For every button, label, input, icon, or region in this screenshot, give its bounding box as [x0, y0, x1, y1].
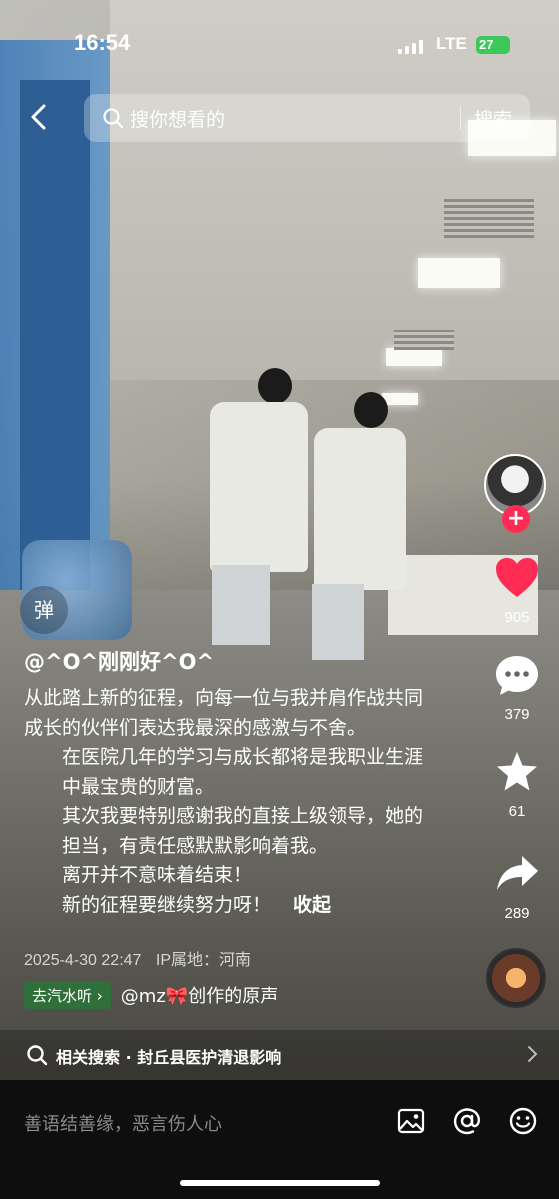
chevron-right-icon: [528, 1046, 538, 1062]
ceiling-light: [382, 393, 418, 405]
related-search-prefix: 相关搜索 ·: [56, 1048, 132, 1067]
door: [20, 80, 90, 600]
favorite-count: 61: [508, 803, 526, 820]
person-coat: [210, 402, 308, 572]
qishui-listen-label: 去汽水听: [32, 986, 93, 1005]
ceiling-light: [418, 258, 500, 288]
star-icon[interactable]: [494, 750, 540, 794]
caption-line: 在医院几年的学习与成长都将是我职业生涯中最宝贵的财富。: [62, 746, 424, 798]
comment-input[interactable]: 善语结善缘，恶言伤人心: [24, 1110, 222, 1136]
network-type: LTE: [436, 34, 467, 53]
follow-button[interactable]: +: [502, 505, 530, 533]
person-coat: [314, 428, 406, 590]
status-bar: 16:54 LTE 27: [0, 0, 559, 80]
post-time: 2025-4-30 22:47: [24, 952, 142, 969]
person-head: [354, 392, 388, 428]
emoji-icon[interactable]: [508, 1106, 538, 1136]
author-name[interactable]: @^O^刚刚好^O^: [24, 646, 214, 676]
related-search-text[interactable]: 相关搜索 · 封丘县医护清退影响: [56, 1044, 281, 1068]
at-icon[interactable]: [452, 1106, 482, 1136]
related-search-query: 封丘县医护清退影响: [137, 1048, 282, 1067]
music-title[interactable]: @mz🎀创作的原声: [121, 982, 278, 1008]
image-icon[interactable]: [396, 1106, 426, 1136]
music-disc[interactable]: [486, 948, 546, 1008]
share-count: 289: [504, 905, 530, 922]
share-icon[interactable]: [494, 852, 540, 896]
search-divider: [460, 106, 461, 130]
caption-line: 从此踏上新的征程，向每一位与我并肩作战共同成长的伙伴们表达我最深的感激与不舍。: [24, 687, 424, 739]
caption-line: 其次我要特别感谢我的直接上级领导，她的担当，有责任感默默影响着我。: [62, 805, 424, 857]
ceiling-vent: [394, 330, 454, 350]
comment-count: 379: [504, 706, 530, 723]
collapse-button[interactable]: 收起: [293, 894, 331, 916]
ceiling-vent: [444, 198, 534, 238]
person-pants: [312, 584, 364, 660]
like-count: 905: [504, 609, 530, 626]
heart-icon[interactable]: [494, 556, 540, 600]
home-indicator: [180, 1180, 380, 1186]
person-pants: [212, 565, 270, 645]
search-input[interactable]: 搜你想看的: [130, 105, 225, 132]
post-meta: 2025-4-30 22:47 IP属地：河南: [24, 946, 251, 970]
music-row: 去汽水听 › @mz🎀创作的原声: [24, 981, 278, 1009]
danmaku-toggle[interactable]: 弹: [20, 586, 68, 634]
video-caption: 从此踏上新的征程，向每一位与我并肩作战共同成长的伙伴们表达我最深的感激与不舍。 …: [24, 684, 424, 920]
search-button[interactable]: 搜索: [474, 105, 512, 132]
search-icon: [27, 1045, 48, 1066]
ceiling-light: [386, 348, 442, 366]
back-icon[interactable]: [26, 103, 54, 131]
video-screen[interactable]: 16:54 LTE 27 搜你想看的 搜索 + 905 379 61 289 弹…: [0, 0, 559, 1199]
person-head: [258, 368, 292, 404]
ip-location: IP属地：河南: [155, 952, 252, 969]
battery-icon: 27: [476, 36, 510, 54]
caption-line: 离开并不意味着结束！: [62, 864, 253, 886]
signal-icon: [398, 38, 426, 54]
status-time: 16:54: [74, 30, 131, 55]
search-icon: [103, 108, 124, 129]
caption-line: 新的征程要继续努力呀！: [62, 893, 272, 916]
qishui-listen-button[interactable]: 去汽水听 ›: [24, 981, 111, 1009]
comment-icon[interactable]: [494, 654, 540, 698]
caption-last-line: 新的征程要继续努力呀！ 收起: [24, 891, 424, 921]
